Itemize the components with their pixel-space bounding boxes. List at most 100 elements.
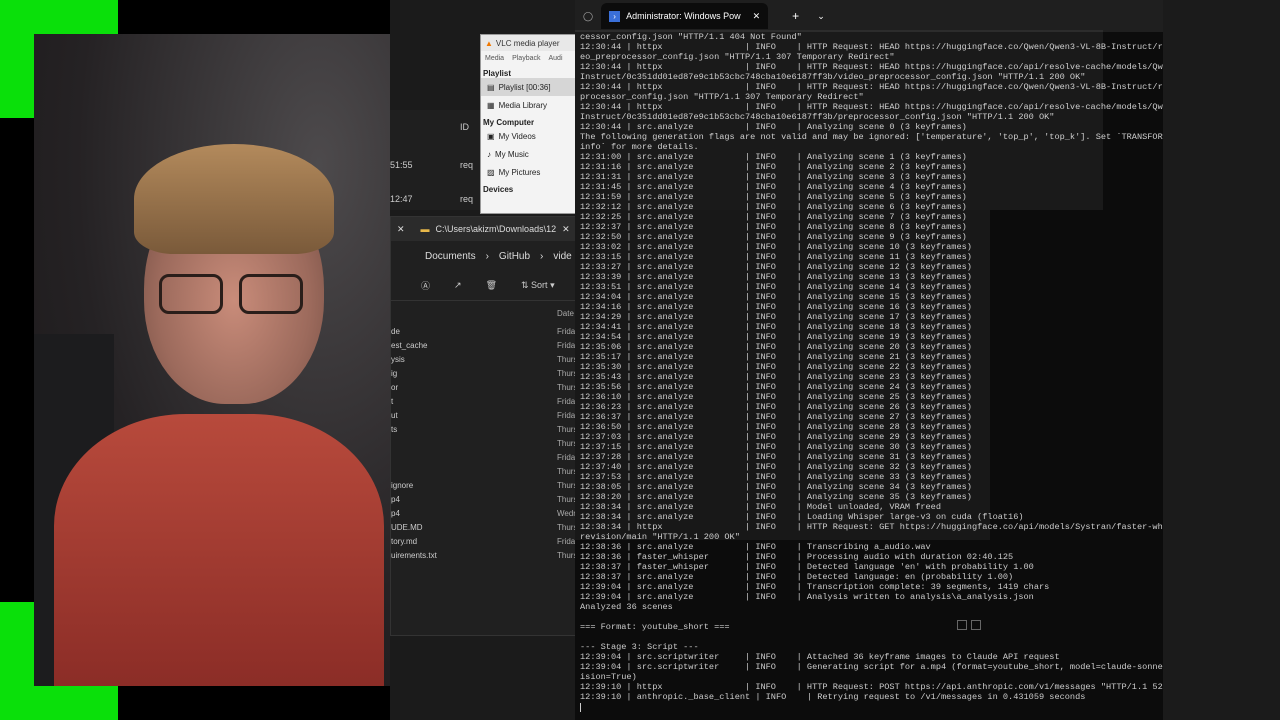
terminal-line: 12:38:37 | faster_whisper | INFO | Detec… xyxy=(580,562,1034,572)
terminal-line: 12:38:34 | src.analyze | INFO | Model un… xyxy=(580,502,941,512)
vlc-playlist-item[interactable]: ▤ Playlist [00:36] xyxy=(481,78,579,96)
file-date: Thurs xyxy=(557,439,575,448)
breadcrumb-video[interactable]: vide xyxy=(553,251,571,262)
webcam-glasses xyxy=(159,274,309,314)
tab-close-icon[interactable]: ✕ xyxy=(562,224,570,235)
terminal-line: 12:38:34 | src.analyze | INFO | Loading … xyxy=(580,512,1024,522)
terminal-line: 12:38:36 | src.analyze | INFO | Transcri… xyxy=(580,542,931,552)
terminal-line: 12:37:03 | src.analyze | INFO | Analyzin… xyxy=(580,432,972,442)
terminal-line: 12:32:25 | src.analyze | INFO | Analyzin… xyxy=(580,212,967,222)
terminal-line: 12:38:05 | src.analyze | INFO | Analyzin… xyxy=(580,482,972,492)
folder-icon: ▬ xyxy=(420,224,430,234)
breadcrumb-github[interactable]: GitHub xyxy=(499,251,530,262)
terminal-line: 12:38:20 | src.analyze | INFO | Analyzin… xyxy=(580,492,972,502)
terminal-line: 12:33:15 | src.analyze | INFO | Analyzin… xyxy=(580,252,972,262)
chevron-right-icon: › xyxy=(485,250,489,262)
file-date: Thurs xyxy=(557,369,575,378)
file-name: ysis xyxy=(391,355,405,364)
terminal-line: 12:32:50 | src.analyze | INFO | Analyzin… xyxy=(580,232,967,242)
split-pane-icon[interactable] xyxy=(957,620,967,630)
terminal-line: 12:36:23 | src.analyze | INFO | Analyzin… xyxy=(580,402,972,412)
terminal-line: 12:35:06 | src.analyze | INFO | Analyzin… xyxy=(580,342,972,352)
file-date: Thurs xyxy=(557,551,575,560)
vlc-section-playlist: Playlist xyxy=(483,69,512,78)
vlc-title-bar[interactable]: ▲ VLC media player xyxy=(481,35,579,51)
terminal-line: 12:35:17 | src.analyze | INFO | Analyzin… xyxy=(580,352,972,362)
music-icon: ♪ xyxy=(487,149,491,159)
terminal-output[interactable]: cessor_config.json "HTTP/1.1 404 Not Fou… xyxy=(580,32,1163,702)
chevron-down-icon[interactable]: ⌄ xyxy=(817,11,825,22)
file-date: Frida xyxy=(557,341,575,350)
file-date: Frida xyxy=(557,411,575,420)
new-tab-plus-icon[interactable]: + xyxy=(792,9,799,23)
background-table-panel: ID 51:55 req 12:47 req xyxy=(390,110,480,210)
file-name: ignore xyxy=(391,481,414,490)
terminal-line: 12:33:39 | src.analyze | INFO | Analyzin… xyxy=(580,272,972,282)
terminal-line: 12:30:44 | src.analyze | INFO | Analyzin… xyxy=(580,122,967,132)
column-header-date[interactable]: Date xyxy=(557,309,574,318)
vlc-media-library[interactable]: ▦ Media Library xyxy=(481,96,579,114)
file-date: Frida xyxy=(557,537,575,546)
terminal-line: 12:37:40 | src.analyze | INFO | Analyzin… xyxy=(580,462,972,472)
vlc-title: VLC media player xyxy=(495,38,560,48)
terminal-line: 12:36:50 | src.analyze | INFO | Analyzin… xyxy=(580,422,972,432)
terminal-line: 12:36:37 | src.analyze | INFO | Analyzin… xyxy=(580,412,972,422)
terminal-line: processor_config.json "HTTP/1.1 307 Temp… xyxy=(580,92,864,102)
vlc-my-music[interactable]: ♪ My Music xyxy=(481,145,579,163)
rename-icon[interactable]: Ⓐ xyxy=(421,279,430,292)
vlc-window[interactable]: ▲ VLC media player Media Playback Audi P… xyxy=(480,34,580,214)
share-icon[interactable]: ↗ xyxy=(454,280,462,291)
vlc-menu-audio[interactable]: Audi xyxy=(548,55,562,62)
webcam-shirt xyxy=(54,414,384,686)
terminal-line: 12:37:28 | src.analyze | INFO | Analyzin… xyxy=(580,452,972,462)
library-icon: ▦ xyxy=(487,100,495,110)
webcam-hair xyxy=(134,144,334,254)
terminal-line: 12:30:44 | httpx | INFO | HTTP Request: … xyxy=(580,62,1163,72)
terminal-tab-bar: ◯ › Administrator: Windows Pow ✕ + ⌄ xyxy=(575,0,1163,32)
picture-icon: ▨ xyxy=(487,167,495,177)
terminal-line: 12:38:37 | src.analyze | INFO | Detected… xyxy=(580,572,1014,582)
terminal-line: === Format: youtube_short === xyxy=(580,622,730,632)
file-date: Wedn xyxy=(557,509,575,518)
vlc-menubar: Media Playback Audi xyxy=(481,51,579,65)
terminal-line: 12:31:59 | src.analyze | INFO | Analyzin… xyxy=(580,192,967,202)
vlc-menu-playback[interactable]: Playback xyxy=(512,55,540,62)
explorer-tab-path[interactable]: C:\Users\akizm\Downloads\12 xyxy=(436,224,557,234)
terminal-line: 12:34:29 | src.analyze | INFO | Analyzin… xyxy=(580,312,972,322)
tab-close-icon[interactable]: ✕ xyxy=(753,11,761,22)
terminal-shield-icon: ◯ xyxy=(583,10,594,21)
table-row-time: 12:47 xyxy=(390,194,413,204)
maximize-pane-icon[interactable] xyxy=(971,620,981,630)
delete-icon[interactable]: 🗑 xyxy=(486,280,497,291)
file-date: Thurs xyxy=(557,425,575,434)
file-name: ut xyxy=(391,411,398,420)
terminal-line: 12:38:34 | httpx | INFO | HTTP Request: … xyxy=(580,522,1163,532)
file-date: Thurs xyxy=(557,467,575,476)
close-icon[interactable]: ✕ xyxy=(397,224,405,235)
vlc-my-pictures[interactable]: ▨ My Pictures xyxy=(481,163,579,181)
file-date: Thurs xyxy=(557,355,575,364)
file-date: Frida xyxy=(557,453,575,462)
terminal-line: 12:39:04 | src.scriptwriter | INFO | Gen… xyxy=(580,662,1163,672)
terminal-line: Analyzed 36 scenes xyxy=(580,602,673,612)
terminal-line: 12:35:43 | src.analyze | INFO | Analyzin… xyxy=(580,372,972,382)
terminal-line: 12:32:37 | src.analyze | INFO | Analyzin… xyxy=(580,222,967,232)
terminal-line: 12:34:04 | src.analyze | INFO | Analyzin… xyxy=(580,292,972,302)
vlc-menu-media[interactable]: Media xyxy=(485,55,504,62)
terminal-line: 12:35:30 | src.analyze | INFO | Analyzin… xyxy=(580,362,972,372)
pane-buttons xyxy=(957,620,981,630)
breadcrumb-documents[interactable]: Documents xyxy=(425,251,476,262)
sort-button[interactable]: ⇅ Sort ▾ xyxy=(521,280,555,291)
terminal-line: 12:30:44 | httpx | INFO | HTTP Request: … xyxy=(580,102,1163,112)
video-icon: ▣ xyxy=(487,131,495,141)
vlc-my-videos[interactable]: ▣ My Videos xyxy=(481,127,579,145)
terminal-tab[interactable]: › Administrator: Windows Pow ✕ xyxy=(601,3,769,29)
file-date: Thurs xyxy=(557,481,575,490)
terminal-line: 12:31:31 | src.analyze | INFO | Analyzin… xyxy=(580,172,967,182)
terminal-line: 12:31:16 | src.analyze | INFO | Analyzin… xyxy=(580,162,967,172)
id-column-header: ID xyxy=(460,122,469,132)
terminal-window[interactable]: ◯ › Administrator: Windows Pow ✕ + ⌄ ces… xyxy=(575,0,1163,720)
table-row-value: req xyxy=(460,160,474,170)
